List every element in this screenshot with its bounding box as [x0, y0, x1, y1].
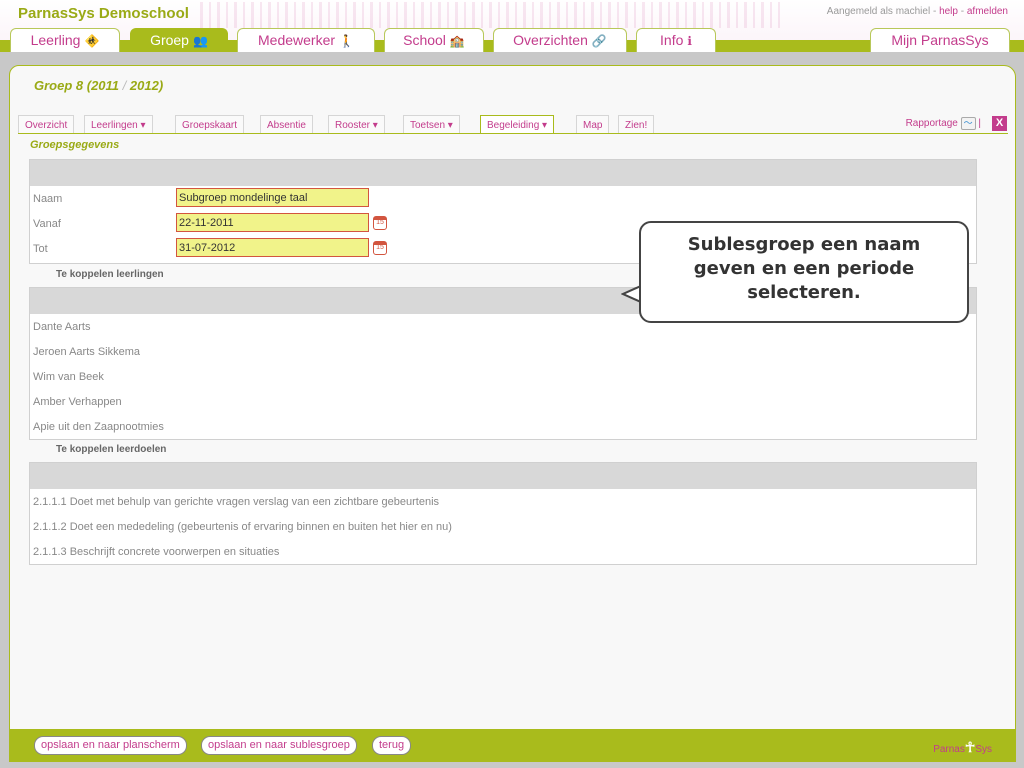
login-info: Aangemeld als machiel - help - afmelden — [827, 6, 1008, 17]
naam-row: Naam — [30, 186, 976, 211]
list-item[interactable]: Amber Verhappen — [30, 389, 976, 414]
tab-mijn-parnassys[interactable]: Mijn ParnasSys — [870, 28, 1010, 52]
save-to-planscherm-button[interactable]: opslaan en naar planscherm — [34, 736, 187, 755]
vanaf-date-input[interactable] — [176, 213, 369, 232]
list-item[interactable]: 2.1.1.1 Doet met behulp van gerichte vra… — [30, 489, 976, 514]
employee-icon: 🚶 — [339, 34, 354, 48]
logout-link[interactable]: afmelden — [967, 6, 1008, 17]
header-pattern — [200, 2, 780, 28]
back-button[interactable]: terug — [372, 736, 412, 755]
naam-input[interactable] — [176, 188, 369, 207]
calendar-icon[interactable]: 15 — [373, 241, 387, 255]
leerdoelen-header — [30, 463, 976, 489]
tab-overzichten[interactable]: Overzichten 🔗 — [493, 28, 627, 52]
school-icon: 🏫 — [449, 34, 465, 48]
rapportage-label: Rapportage — [905, 118, 958, 130]
group-year-end: 2012) — [129, 78, 164, 93]
logo-text-right: Sys — [975, 744, 992, 755]
main-nav: Leerling 🚸 Groep 👥 Medewerker 🚶 School 🏫 Ove… — [0, 28, 1024, 52]
parnassys-logo: Parnas☥Sys — [933, 739, 992, 756]
tab-school[interactable]: School 🏫 — [384, 28, 484, 52]
list-item[interactable]: Wim van Beek — [30, 364, 976, 389]
content-area: Groep 8 (2011 / 2012) Overzicht Leerling… — [0, 52, 1024, 768]
subtab-groepskaart[interactable]: Groepskaart — [175, 115, 245, 134]
page-title: Groep 8 (2011 / 2012) — [34, 78, 163, 93]
login-text: Aangemeld als machiel - — [826, 6, 940, 17]
figure-icon: ☥ — [964, 739, 976, 755]
tot-label: Tot — [33, 243, 48, 255]
main-panel: Groep 8 (2011 / 2012) Overzicht Leerling… — [9, 65, 1016, 733]
instruction-callout: Sublesgroep een naam geven en een period… — [639, 221, 969, 323]
subtab-map[interactable]: Map — [576, 115, 610, 134]
subtab-leerlingen[interactable]: Leerlingen ▾ — [84, 115, 153, 134]
chart-icon: 〜 — [960, 117, 976, 130]
close-button[interactable]: X — [992, 116, 1007, 131]
save-to-sublesgroep-button[interactable]: opslaan en naar sublesgroep — [201, 736, 357, 755]
leerdoelen-title: Te koppelen leerdoelen — [56, 444, 167, 455]
section-title: Groepsgegevens — [30, 139, 120, 151]
form-header — [30, 160, 976, 186]
group-name: Groep 8 (2011 — [34, 78, 120, 93]
leerlingen-title: Te koppelen leerlingen — [56, 269, 164, 280]
subtab-zien[interactable]: Zien! — [618, 115, 655, 134]
login-separator: - — [957, 6, 967, 17]
leerdoelen-list: 2.1.1.1 Doet met behulp van gerichte vra… — [29, 462, 977, 565]
tab-school-label: School — [403, 32, 446, 48]
rapportage-link[interactable]: Rapportage 〜 | — [906, 117, 981, 130]
school-name: ParnasSys Demoschool — [18, 5, 189, 22]
list-item[interactable]: 2.1.1.3 Beschrijft concrete voorwerpen e… — [30, 539, 976, 564]
tab-info[interactable]: Info ℹ — [636, 28, 716, 52]
tab-groep-label: Groep — [150, 32, 189, 48]
subtab-rooster[interactable]: Rooster ▾ — [328, 115, 385, 134]
tab-overzichten-label: Overzichten — [513, 32, 588, 48]
help-link[interactable]: help — [939, 6, 958, 17]
calendar-icon[interactable]: 15 — [373, 216, 387, 230]
logo-text-left: Parnas — [933, 744, 965, 755]
tab-groep[interactable]: Groep 👥 — [130, 28, 228, 52]
subtab-underline — [18, 133, 1008, 134]
chain-icon: 🔗 — [591, 34, 607, 48]
title-slash: / — [122, 78, 127, 93]
naam-label: Naam — [33, 193, 63, 205]
info-icon: ℹ — [687, 34, 692, 48]
group-icon: 👥 — [192, 34, 208, 48]
tab-info-label: Info — [660, 32, 684, 48]
tab-leerling-label: Leerling — [30, 32, 81, 48]
tot-date-input[interactable] — [176, 238, 369, 257]
vanaf-label: Vanaf — [33, 218, 61, 230]
subtab-absentie[interactable]: Absentie — [260, 115, 313, 134]
list-item[interactable]: Apie uit den Zaapnootmies — [30, 414, 976, 439]
footer-bar: opslaan en naar planscherm opslaan en na… — [9, 729, 1016, 762]
list-item[interactable]: 2.1.1.2 Doet een mededeling (gebeurtenis… — [30, 514, 976, 539]
tab-leerling[interactable]: Leerling 🚸 — [10, 28, 120, 52]
list-item[interactable]: Jeroen Aarts Sikkema — [30, 339, 976, 364]
student-icon: 🚸 — [84, 34, 100, 48]
tab-medewerker-label: Medewerker — [258, 32, 336, 48]
tab-medewerker[interactable]: Medewerker 🚶 — [237, 28, 375, 52]
subtab-toetsen[interactable]: Toetsen ▾ — [403, 115, 460, 134]
subtab-begeleiding[interactable]: Begeleiding ▾ — [480, 115, 555, 134]
rapportage-separator: | — [978, 118, 981, 130]
subtab-overzicht[interactable]: Overzicht — [18, 115, 75, 134]
